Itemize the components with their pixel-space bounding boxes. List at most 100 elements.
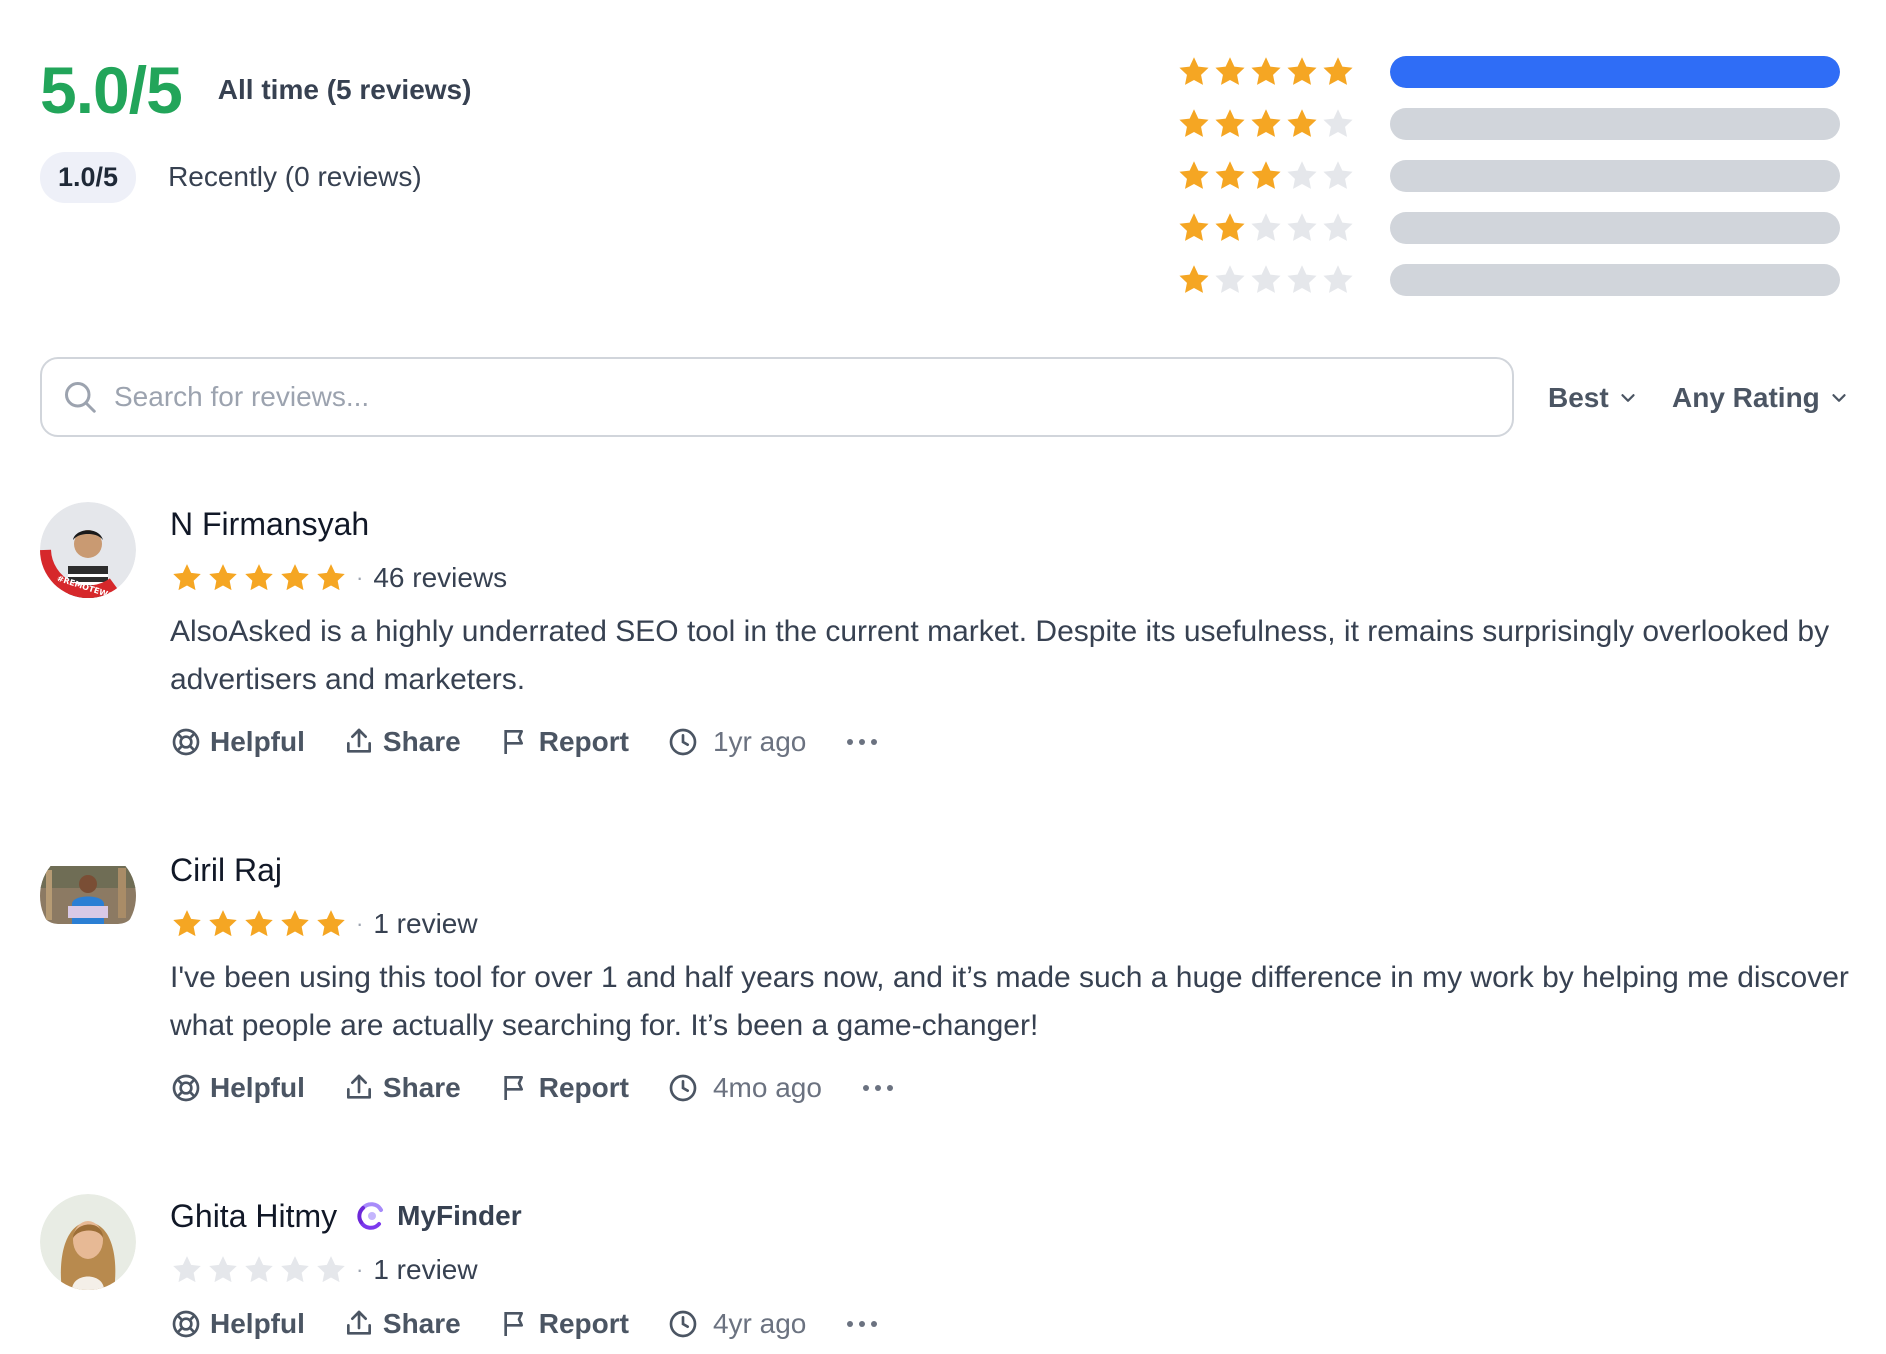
star-filled-icon <box>1176 158 1212 194</box>
star-filled-icon <box>1176 210 1212 246</box>
reviewer-review-count[interactable]: 1 review <box>373 1254 477 1286</box>
distribution-stars <box>1176 158 1358 194</box>
star-filled-icon <box>206 907 240 941</box>
recent-score-badge: 1.0/5 <box>40 151 137 203</box>
reviewer-name[interactable]: N Firmansyah <box>170 506 369 543</box>
reviewer-name[interactable]: Ciril Raj <box>170 852 282 889</box>
star-empty-icon <box>1212 262 1248 298</box>
report-button[interactable]: Report <box>499 1072 629 1104</box>
share-label: Share <box>382 726 461 757</box>
review-meta: · 1 review <box>170 1250 1850 1290</box>
star-empty-icon <box>206 1253 240 1287</box>
distribution-stars <box>1176 106 1358 142</box>
reviewer-name[interactable]: Ghita Hitmy <box>170 1198 337 1235</box>
more-options-button[interactable] <box>844 736 880 748</box>
star-empty-icon <box>1284 262 1320 298</box>
reviewer-review-count[interactable]: 1 review <box>373 908 477 940</box>
more-options-button[interactable] <box>860 1082 896 1094</box>
separator-dot: · <box>356 911 364 936</box>
distribution-bar <box>1390 212 1840 244</box>
star-empty-icon <box>1248 210 1284 246</box>
rating-filter-label: Any Rating <box>1672 382 1820 413</box>
star-filled-icon <box>1248 106 1284 142</box>
star-filled-icon <box>1248 158 1284 194</box>
helpful-button[interactable]: Helpful <box>170 726 305 758</box>
rating-summary: 5.0/5 All time (5 reviews) 1.0/5 Recentl… <box>40 50 800 230</box>
helpful-button[interactable]: Helpful <box>170 1308 305 1340</box>
rating-filter-dropdown[interactable]: Any Rating <box>1672 376 1850 420</box>
star-filled-icon <box>1284 54 1320 90</box>
star-filled-icon <box>314 561 348 595</box>
review-actions: Helpful Share Report 4mo ago <box>170 1064 1850 1112</box>
sort-dropdown[interactable]: Best <box>1548 376 1639 420</box>
star-filled-icon <box>170 561 204 595</box>
star-empty-icon <box>1320 262 1356 298</box>
distribution-bar <box>1390 56 1840 88</box>
reviewer-row: Ghita Hitmy MyFinder <box>170 1194 1850 1238</box>
star-filled-icon <box>278 907 312 941</box>
star-filled-icon <box>242 907 276 941</box>
helpful-button[interactable]: Helpful <box>170 1072 305 1104</box>
avatar[interactable] <box>40 1194 136 1290</box>
review-time-label: 1yr ago <box>712 726 807 757</box>
star-empty-icon <box>314 1253 348 1287</box>
distribution-row-5[interactable] <box>1176 46 1846 98</box>
star-filled-icon <box>1284 106 1320 142</box>
separator-dot: · <box>356 1257 364 1282</box>
lifebuoy-icon <box>172 1310 200 1338</box>
star-filled-icon <box>278 561 312 595</box>
helpful-label: Helpful <box>210 726 305 757</box>
distribution-row-3[interactable] <box>1176 150 1846 202</box>
rating-distribution <box>1176 46 1846 306</box>
reviewer-company[interactable]: MyFinder <box>355 1200 522 1232</box>
distribution-row-4[interactable] <box>1176 98 1846 150</box>
helpful-label: Helpful <box>210 1308 305 1339</box>
more-options-button[interactable] <box>844 1318 880 1330</box>
distribution-row-2[interactable] <box>1176 202 1846 254</box>
star-filled-icon <box>1176 54 1212 90</box>
review-time-label: 4mo ago <box>712 1072 822 1103</box>
distribution-bar <box>1390 160 1840 192</box>
review-time: 4mo ago <box>667 1072 822 1104</box>
reviewer-row: Ciril Raj <box>170 848 1850 892</box>
search-icon <box>65 382 96 413</box>
star-empty-icon <box>1320 106 1356 142</box>
ellipsis-icon <box>847 1321 878 1327</box>
recent-rating-row: 1.0/5 Recently (0 reviews) <box>40 151 800 203</box>
overall-score: 5.0/5 <box>40 53 183 127</box>
review-text: AlsoAsked is a highly underrated SEO too… <box>170 615 1830 696</box>
distribution-bar-fill <box>1390 56 1840 88</box>
star-filled-icon <box>170 907 204 941</box>
share-button[interactable]: Share <box>343 726 461 758</box>
flag-icon <box>504 730 523 754</box>
ellipsis-icon <box>847 739 878 745</box>
lifebuoy-icon <box>172 728 200 756</box>
review-time-label: 4yr ago <box>712 1308 807 1339</box>
review-meta: · 46 reviews <box>170 558 1850 598</box>
share-icon <box>346 1310 371 1335</box>
report-button[interactable]: Report <box>499 726 629 758</box>
distribution-bar <box>1390 108 1840 140</box>
share-icon <box>346 1074 371 1099</box>
share-button[interactable]: Share <box>343 1072 461 1104</box>
review-text: I've been using this tool for over 1 and… <box>170 961 1849 1042</box>
star-empty-icon <box>242 1253 276 1287</box>
distribution-row-1[interactable] <box>1176 254 1846 306</box>
report-label: Report <box>538 1072 629 1103</box>
search-box[interactable] <box>40 357 1514 437</box>
search-input[interactable] <box>114 381 1494 413</box>
reviewer-row: N Firmansyah <box>170 502 1850 546</box>
report-button[interactable]: Report <box>499 1308 629 1340</box>
share-button[interactable]: Share <box>343 1308 461 1340</box>
company-name: MyFinder <box>397 1200 522 1231</box>
star-filled-icon <box>1212 210 1248 246</box>
report-label: Report <box>538 1308 629 1339</box>
myfinder-logo-icon <box>357 1202 384 1230</box>
reviewer-review-count[interactable]: 46 reviews <box>373 562 507 594</box>
avatar[interactable] <box>40 848 136 944</box>
review-time: 4yr ago <box>667 1308 806 1340</box>
avatar[interactable]: #REMOTEWORKER <box>40 502 136 598</box>
review-rating-stars <box>170 561 350 595</box>
star-empty-icon <box>1320 158 1356 194</box>
review-rating-stars <box>170 907 350 941</box>
